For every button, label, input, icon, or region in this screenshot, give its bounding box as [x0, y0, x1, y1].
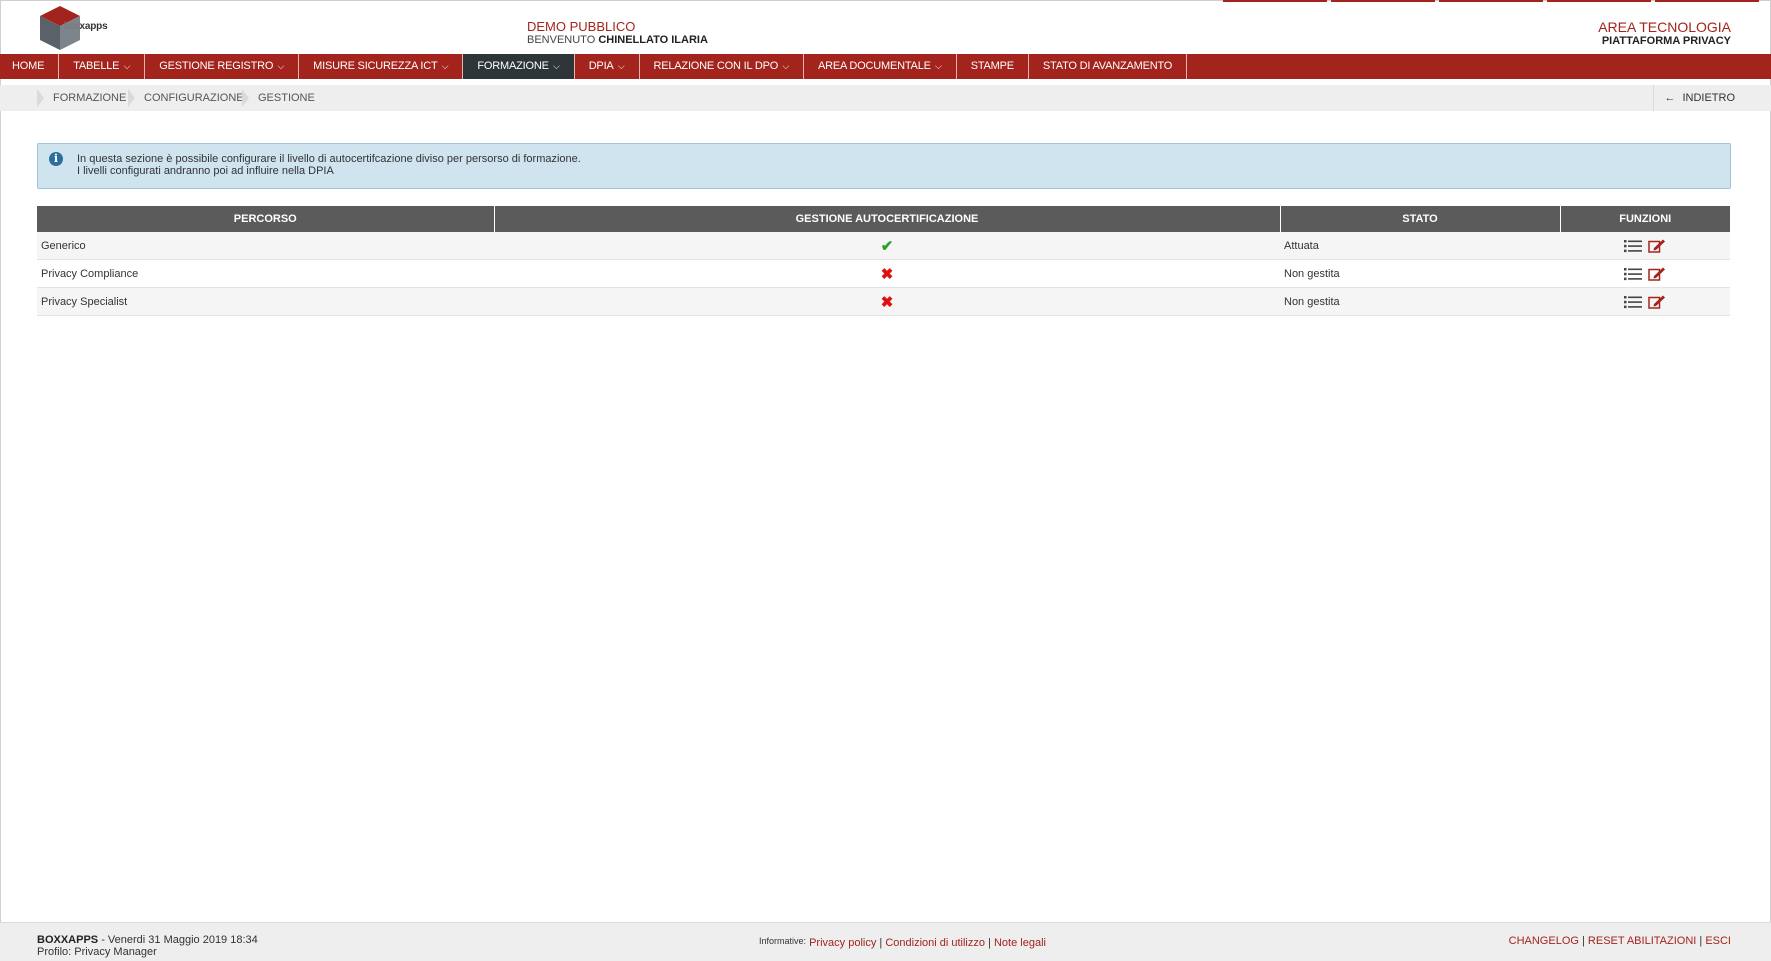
cross-icon: ✖	[880, 293, 894, 311]
area-title: AREA TECNOLOGIA	[1598, 19, 1731, 35]
nav-item-formazione[interactable]: FORMAZIONE ⌵	[463, 54, 575, 79]
info-icon: i	[49, 152, 63, 166]
footer-profile: Profilo: Privacy Manager	[37, 946, 157, 958]
nav-item-stato-avanzamento[interactable]: STATO DI AVANZAMENTO	[1029, 54, 1188, 79]
column-header-autocertificazione[interactable]: GESTIONE AUTOCERTIFICAZIONE	[494, 206, 1281, 232]
back-button[interactable]: ← INDIETRO	[1653, 85, 1735, 111]
chevron-down-icon: ⌵	[275, 61, 285, 71]
stato-cell: Non gestita	[1280, 259, 1560, 288]
chevron-down-icon: ⌵	[932, 61, 942, 71]
list-icon[interactable]	[1624, 267, 1642, 281]
edit-icon[interactable]	[1648, 239, 1666, 253]
nav-item-home[interactable]: HOME	[0, 54, 60, 79]
arrow-left-icon: ←	[1664, 92, 1676, 104]
chevron-down-icon: ⌵	[439, 61, 449, 71]
footer-app-name: BOXXAPPS	[37, 934, 99, 946]
top-decoration-strips	[1223, 0, 1759, 2]
percorso-cell: Generico	[37, 232, 494, 260]
column-header-stato[interactable]: STATO	[1280, 206, 1561, 232]
table-header-row: PERCORSO GESTIONE AUTOCERTIFICAZIONE STA…	[37, 206, 1730, 232]
reset-abilitazioni-link[interactable]: RESET ABILITAZIONI	[1588, 935, 1696, 947]
nav-item-gestione-registro[interactable]: GESTIONE REGISTRO ⌵	[145, 54, 300, 79]
nav-item-area-documentale[interactable]: AREA DOCUMENTALE ⌵	[804, 54, 957, 79]
nav-item-stampe[interactable]: STAMPE	[957, 54, 1029, 79]
info-text-line1: In questa sezione è possibile configurar…	[77, 153, 581, 165]
autocert-cell: ✔	[494, 232, 1280, 260]
edit-icon[interactable]	[1648, 295, 1666, 309]
cross-icon: ✖	[880, 265, 894, 283]
funzioni-cell	[1560, 232, 1730, 260]
nav-item-misure-sicurezza-ict[interactable]: MISURE SICUREZZA ICT ⌵	[299, 54, 464, 79]
chevron-down-icon: ⌵	[615, 61, 625, 71]
list-icon[interactable]	[1624, 295, 1642, 309]
list-icon[interactable]	[1624, 239, 1642, 253]
chevron-down-icon: ⌵	[780, 61, 790, 71]
column-header-percorso[interactable]: PERCORSO	[37, 206, 495, 232]
funzioni-cell	[1560, 259, 1730, 288]
footer-actions: CHANGELOG | RESET ABILITAZIONI | ESCI	[1508, 935, 1731, 947]
user-name: CHINELLATO ILARIA	[598, 34, 708, 46]
table-row: Generico ✔ Attuata	[37, 232, 1730, 260]
platform-title: PIATTAFORMA PRIVACY	[1601, 35, 1731, 47]
percorsi-table: PERCORSO GESTIONE AUTOCERTIFICAZIONE STA…	[37, 206, 1730, 316]
breadcrumb: FORMAZIONE CONFIGURAZIONE GESTIONE	[0, 85, 1771, 111]
percorso-cell: Privacy Specialist	[37, 287, 494, 316]
legal-notes-link[interactable]: Note legali	[994, 937, 1046, 949]
nav-item-tabelle[interactable]: TABELLE ⌵	[59, 54, 146, 79]
nav-item-dpia[interactable]: DPIA ⌵	[575, 54, 640, 79]
chevron-down-icon: ⌵	[121, 61, 131, 71]
column-header-funzioni: FUNZIONI	[1560, 206, 1730, 232]
logout-link[interactable]: ESCI	[1705, 935, 1731, 947]
table-row: Privacy Specialist ✖ Non gestita	[37, 287, 1730, 316]
changelog-link[interactable]: CHANGELOG	[1509, 935, 1579, 947]
informative-label: Informative:	[759, 936, 807, 946]
company-name: DEMO PUBBLICO	[527, 19, 636, 34]
stato-cell: Attuata	[1280, 232, 1560, 260]
breadcrumb-item-configurazione[interactable]: CONFIGURAZIONE	[128, 85, 244, 111]
table-row: Privacy Compliance ✖ Non gestita	[37, 259, 1730, 288]
breadcrumb-item-formazione[interactable]: FORMAZIONE	[37, 85, 126, 111]
footer-datetime: - Venerdi 31 Maggio 2019 18:34	[98, 934, 258, 946]
check-icon: ✔	[880, 237, 894, 255]
edit-icon[interactable]	[1648, 267, 1666, 281]
nav-item-relazione-dpo[interactable]: RELAZIONE CON IL DPO ⌵	[640, 54, 805, 79]
header: boxxapps DEMO PUBBLICO BENVENUTO CHINELL…	[0, 0, 1771, 54]
logo-text: boxxapps	[64, 21, 108, 32]
chevron-down-icon: ⌵	[550, 61, 560, 71]
footer-informative: Informative: Privacy policy | Condizioni…	[759, 936, 1046, 949]
privacy-policy-link[interactable]: Privacy policy	[809, 937, 876, 949]
conditions-link[interactable]: Condizioni di utilizzo	[885, 937, 985, 949]
funzioni-cell	[1560, 287, 1730, 316]
breadcrumb-item-gestione: GESTIONE	[242, 85, 315, 111]
info-alert: i In questa sezione è possibile configur…	[37, 143, 1731, 189]
stato-cell: Non gestita	[1280, 287, 1560, 316]
autocert-cell: ✖	[494, 287, 1280, 316]
info-text-line2: I livelli configurati andranno poi ad in…	[77, 165, 334, 177]
main-nav: HOME TABELLE ⌵ GESTIONE REGISTRO ⌵ MISUR…	[0, 54, 1771, 79]
autocert-cell: ✖	[494, 259, 1280, 288]
footer: BOXXAPPS - Venerdi 31 Maggio 2019 18:34 …	[0, 922, 1771, 961]
welcome-text: BENVENUTO CHINELLATO ILARIA	[527, 34, 708, 46]
footer-app-info: BOXXAPPS - Venerdi 31 Maggio 2019 18:34	[37, 934, 258, 946]
percorso-cell: Privacy Compliance	[37, 259, 494, 288]
